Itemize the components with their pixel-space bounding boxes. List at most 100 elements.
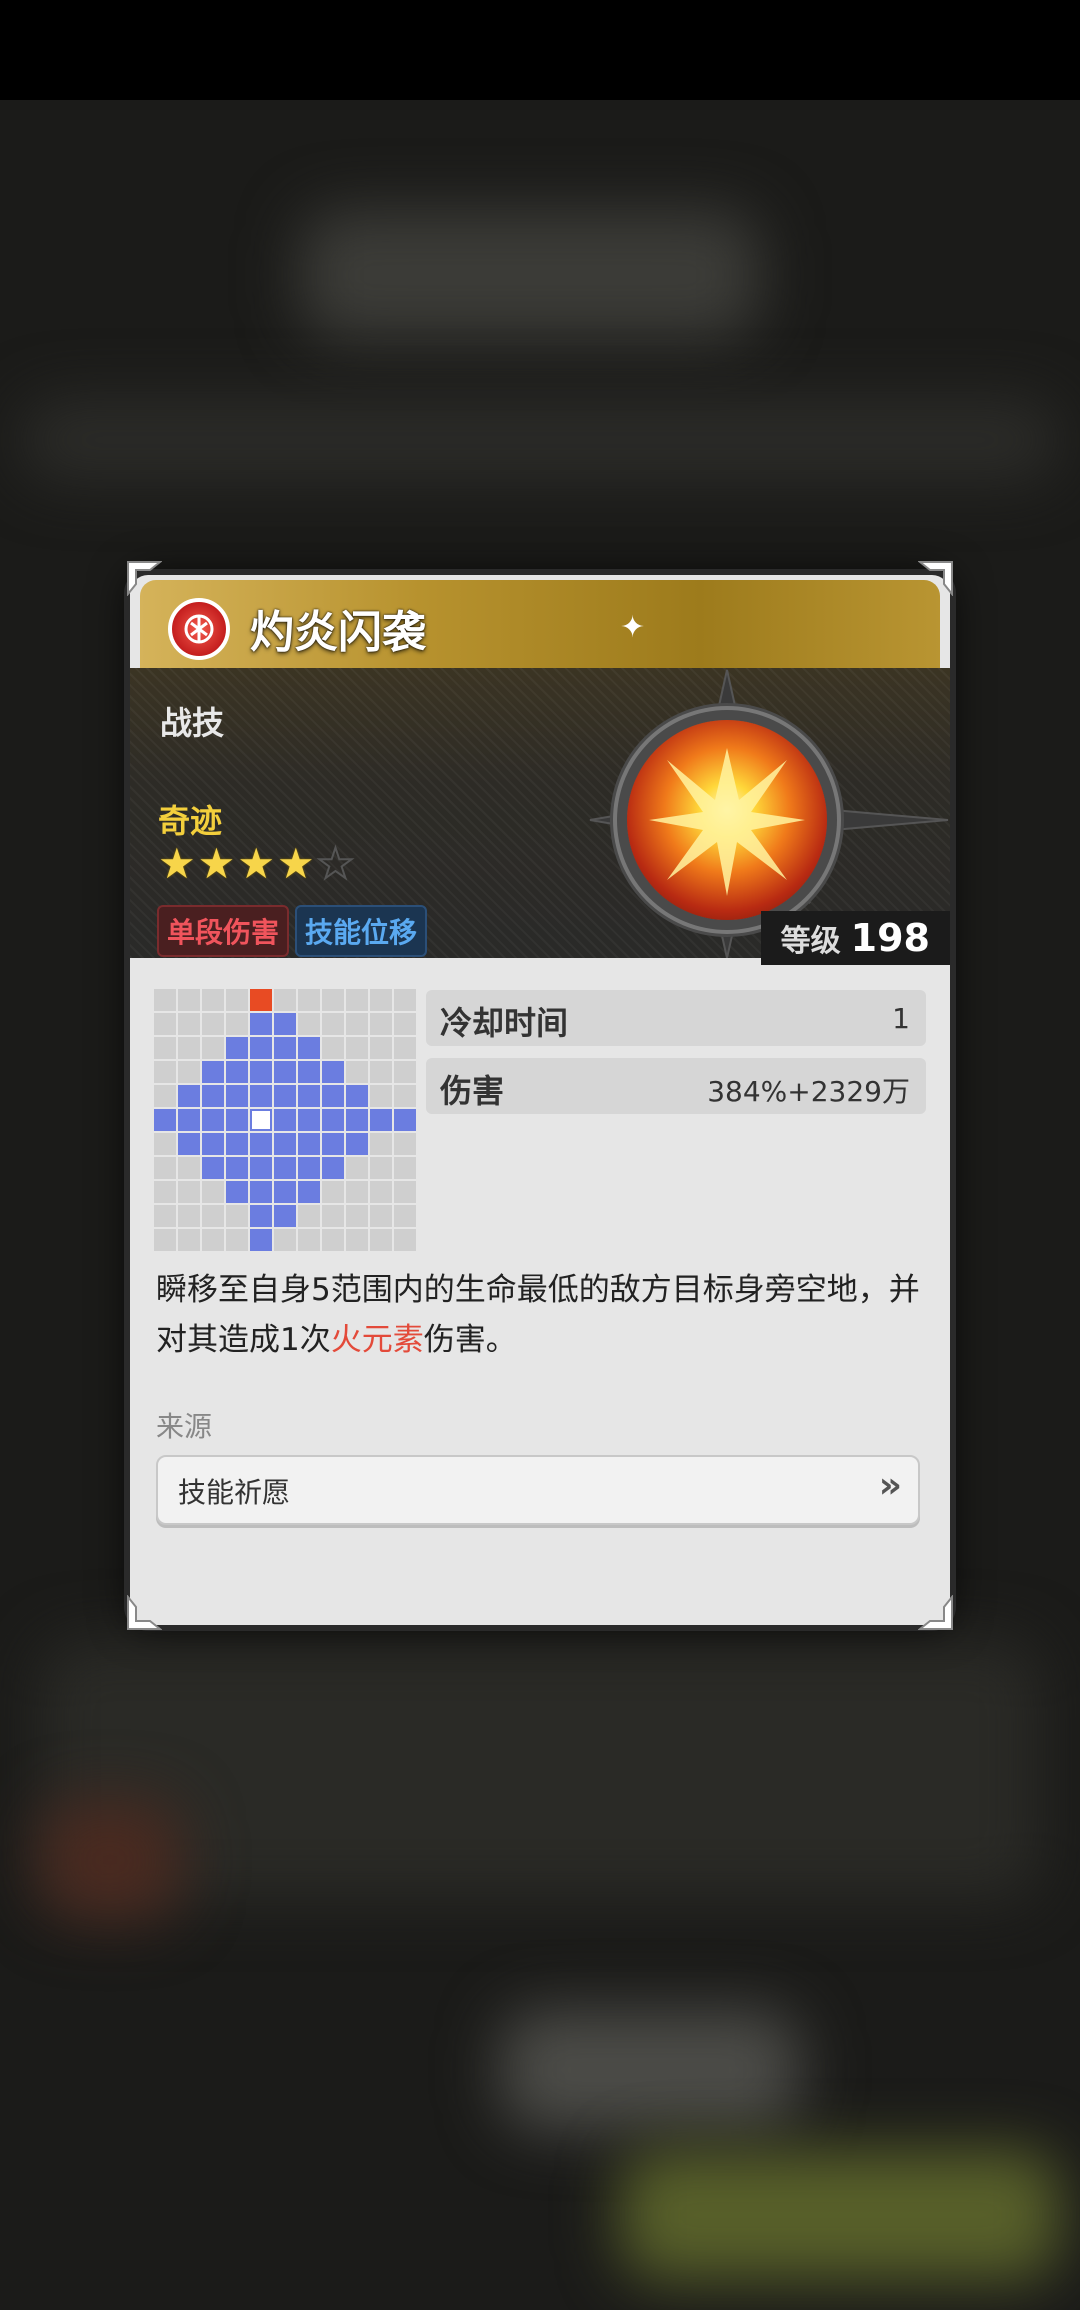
range-empty-cell <box>370 1157 392 1179</box>
range-cell <box>202 1133 224 1155</box>
range-cell <box>322 1085 344 1107</box>
range-cell <box>154 1109 176 1131</box>
range-empty-cell <box>274 1229 296 1251</box>
range-empty-cell <box>178 1205 200 1227</box>
range-cell <box>346 1109 368 1131</box>
range-empty-cell <box>394 1133 416 1155</box>
range-cell <box>202 1109 224 1131</box>
range-target-cell <box>250 989 272 1011</box>
range-empty-cell <box>322 1037 344 1059</box>
range-empty-cell <box>202 989 224 1011</box>
range-empty-cell <box>346 1157 368 1179</box>
range-empty-cell <box>394 1181 416 1203</box>
range-cell <box>394 1109 416 1131</box>
range-cell <box>298 1109 320 1131</box>
stat-damage: 伤害 384%+2329万 <box>426 1058 926 1114</box>
range-empty-cell <box>298 1013 320 1035</box>
range-cell <box>298 1085 320 1107</box>
source-skill-wish-button[interactable]: 技能祈愿 » <box>156 1455 920 1525</box>
range-empty-cell <box>226 1205 248 1227</box>
range-empty-cell <box>178 1061 200 1083</box>
range-empty-cell <box>154 989 176 1011</box>
range-empty-cell <box>298 989 320 1011</box>
range-empty-cell <box>346 1037 368 1059</box>
range-cell <box>274 1037 296 1059</box>
range-cell <box>274 1085 296 1107</box>
range-cell <box>178 1133 200 1155</box>
range-empty-cell <box>394 1229 416 1251</box>
range-empty-cell <box>178 1229 200 1251</box>
range-empty-cell <box>322 1013 344 1035</box>
range-empty-cell <box>322 1181 344 1203</box>
range-empty-cell <box>394 1157 416 1179</box>
range-cell <box>226 1109 248 1131</box>
description-text-end: 伤害。 <box>423 1322 517 1358</box>
skill-range-grid <box>154 989 416 1251</box>
range-cell <box>322 1133 344 1155</box>
range-empty-cell <box>370 1133 392 1155</box>
range-cell <box>202 1157 224 1179</box>
range-cell <box>226 1085 248 1107</box>
range-cell <box>298 1157 320 1179</box>
range-cell <box>226 1157 248 1179</box>
skill-explosion-icon <box>627 720 827 920</box>
range-cell <box>298 1181 320 1203</box>
range-empty-cell <box>178 1181 200 1203</box>
source-button-label: 技能祈愿 <box>178 1476 291 1509</box>
range-empty-cell <box>394 1037 416 1059</box>
range-empty-cell <box>154 1181 176 1203</box>
star-filled-icon: ★ <box>237 839 275 888</box>
range-empty-cell <box>346 1013 368 1035</box>
title-band: 灼炎闪袭 ✦ <box>140 580 940 672</box>
range-empty-cell <box>226 1229 248 1251</box>
range-empty-cell <box>370 1181 392 1203</box>
range-cell <box>226 1181 248 1203</box>
range-cell <box>250 1085 272 1107</box>
tag-single-hit: 单段伤害 <box>157 905 290 957</box>
range-empty-cell <box>154 1037 176 1059</box>
range-empty-cell <box>370 1085 392 1107</box>
tag-displacement: 技能位移 <box>295 905 428 957</box>
corner-ornament-icon <box>918 1595 953 1630</box>
range-empty-cell <box>370 989 392 1011</box>
corner-ornament-icon <box>127 561 162 596</box>
range-cell <box>178 1085 200 1107</box>
range-cell <box>322 1109 344 1131</box>
double-chevron-right-icon: » <box>878 1465 902 1506</box>
range-cell <box>298 1061 320 1083</box>
range-cell <box>274 1133 296 1155</box>
range-empty-cell <box>370 1037 392 1059</box>
range-empty-cell <box>226 989 248 1011</box>
sparkle-icon: ✦ <box>620 610 646 645</box>
stat-label: 冷却时间 <box>440 1004 569 1042</box>
range-empty-cell <box>346 1181 368 1203</box>
range-empty-cell <box>154 1205 176 1227</box>
range-empty-cell <box>370 1013 392 1035</box>
stat-value: 1 <box>892 1002 910 1035</box>
range-cell <box>226 1037 248 1059</box>
range-cell <box>274 1013 296 1035</box>
range-empty-cell <box>178 1037 200 1059</box>
range-empty-cell <box>346 989 368 1011</box>
range-cell <box>250 1181 272 1203</box>
range-cell <box>250 1061 272 1083</box>
range-cell <box>274 1157 296 1179</box>
skill-type: 战技 <box>160 704 225 742</box>
level-value: 198 <box>850 916 930 960</box>
range-cell <box>274 1061 296 1083</box>
skill-header: 战技 奇迹 ★ ★ ★ ★ ★ 单段伤害 技能位移 等级 198 <box>130 668 950 965</box>
range-cell <box>370 1109 392 1131</box>
range-cell <box>250 1133 272 1155</box>
range-empty-cell <box>394 1205 416 1227</box>
range-cell <box>298 1037 320 1059</box>
range-cell <box>322 1157 344 1179</box>
range-empty-cell <box>346 1061 368 1083</box>
range-empty-cell <box>154 1013 176 1035</box>
range-cell <box>250 1205 272 1227</box>
range-empty-cell <box>154 1085 176 1107</box>
star-empty-icon: ★ <box>316 839 356 888</box>
description-text: 瞬移至自身5范围内的生命最低的敌方目标身旁空地，并对其造成1次 <box>156 1272 920 1358</box>
range-empty-cell <box>202 1229 224 1251</box>
skill-detail-card: 灼炎闪袭 ✦ 战技 奇迹 ★ ★ ★ ★ ★ 单段伤害 技能位移 等级 198 … <box>130 575 950 1625</box>
range-cell <box>226 1133 248 1155</box>
